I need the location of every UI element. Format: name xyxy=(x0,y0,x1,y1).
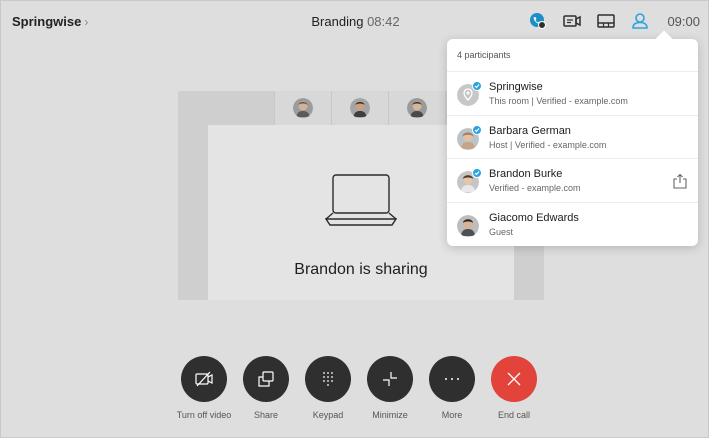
top-bar: Springwise › Branding 08:42 09:00 xyxy=(1,1,709,41)
participant-details: Guest xyxy=(489,226,514,237)
verified-badge-icon xyxy=(472,124,482,135)
participant-thumbnail[interactable] xyxy=(388,91,445,125)
participant-details: Verified - example.com xyxy=(489,183,581,193)
participant-thumbnails xyxy=(274,91,445,125)
participant-details: This room | Verified - example.com xyxy=(489,96,628,106)
participants-icon[interactable] xyxy=(629,10,651,32)
avatar xyxy=(350,98,370,118)
keypad-button[interactable] xyxy=(305,356,351,402)
layout-icon[interactable] xyxy=(595,10,617,32)
clock: 09:00 xyxy=(667,13,700,29)
end-call-button[interactable] xyxy=(491,356,537,402)
avatar xyxy=(293,98,313,118)
minimize-icon xyxy=(383,372,397,386)
participant-row[interactable]: Barbara German Host | Verified - example… xyxy=(447,116,698,159)
meeting-timer: 08:42 xyxy=(367,14,400,29)
participant-name: Springwise xyxy=(489,81,543,93)
turn-off-video-button[interactable] xyxy=(181,356,227,402)
share-button[interactable] xyxy=(243,356,289,402)
more-control: More xyxy=(421,356,483,426)
control-label: Keypad xyxy=(312,410,344,420)
control-label: More xyxy=(441,410,463,420)
avatar xyxy=(407,98,427,118)
top-icons: 09:00 xyxy=(527,10,700,32)
minimize-control: Minimize xyxy=(359,356,421,426)
share-control: Share xyxy=(235,356,297,426)
participant-thumbnail[interactable] xyxy=(331,91,388,125)
control-label: Turn off video xyxy=(176,410,232,420)
participant-row[interactable]: Brandon Burke Verified - example.com xyxy=(447,159,698,203)
participant-name: Giacomo Edwards xyxy=(489,211,579,224)
control-label: Share xyxy=(253,410,279,420)
participant-name: Barbara German xyxy=(489,124,571,137)
participants-count: 4 participants xyxy=(447,39,698,72)
share-screen-icon xyxy=(258,371,274,387)
control-label: Minimize xyxy=(372,410,408,420)
participant-row[interactable]: Springwise This room | Verified - exampl… xyxy=(447,72,698,116)
control-label: End call xyxy=(497,410,531,420)
keypad-icon xyxy=(323,372,333,386)
video-off-icon xyxy=(195,371,213,387)
sharing-status: Brandon is sharing xyxy=(294,261,428,278)
more-icon xyxy=(445,378,459,380)
end-call-icon xyxy=(507,372,521,386)
participants-panel: 4 participants Springwise This room | Ve… xyxy=(447,30,698,247)
keypad-control: Keypad xyxy=(297,356,359,426)
avatar xyxy=(457,214,479,237)
participant-details: Host | Verified - example.com xyxy=(489,139,607,150)
verified-badge-icon xyxy=(472,81,482,91)
turn-off-video-control: Turn off video xyxy=(173,356,235,426)
more-button[interactable] xyxy=(429,356,475,402)
laptop-icon xyxy=(325,174,397,226)
call-controls: Turn off video Share Keypad Minimize Mor… xyxy=(173,356,545,426)
verified-badge-icon xyxy=(472,168,482,178)
end-call-control: End call xyxy=(483,356,545,426)
share-upload-icon[interactable] xyxy=(672,173,688,189)
minimize-button[interactable] xyxy=(367,356,413,402)
call-screen: Springwise › Branding 08:42 09:00 Brando… xyxy=(0,0,709,438)
participant-thumbnail[interactable] xyxy=(274,91,331,125)
call-status-icon[interactable] xyxy=(527,10,549,32)
participant-row[interactable]: Giacomo Edwards Guest xyxy=(447,203,698,247)
meeting-name: Branding xyxy=(311,14,364,29)
camera-icon[interactable] xyxy=(561,10,583,32)
participant-name: Brandon Burke xyxy=(489,168,563,180)
